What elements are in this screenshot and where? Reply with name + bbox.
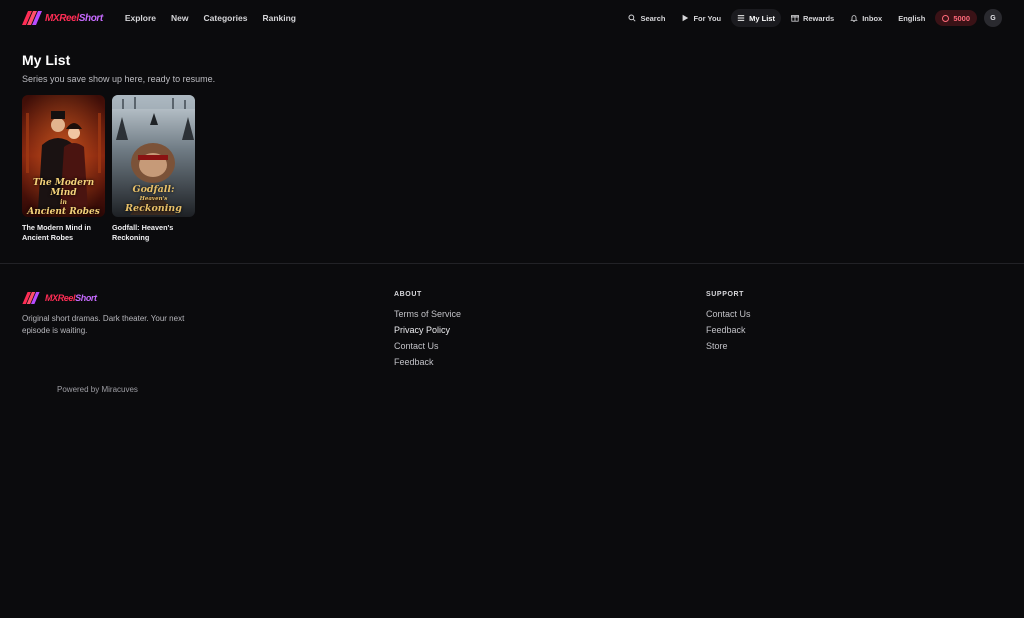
search-button[interactable]: Search bbox=[622, 9, 671, 27]
footer-logo[interactable]: MXReelShort bbox=[22, 291, 192, 305]
bell-icon bbox=[850, 15, 858, 22]
footer-wordmark: MXReelShort bbox=[45, 293, 97, 303]
brand-logo[interactable]: MXReelShort bbox=[22, 11, 103, 25]
footer-support: SUPPORT Contact Us Feedback Store bbox=[706, 291, 751, 354]
footer-link-terms[interactable]: Terms of Service bbox=[394, 306, 461, 322]
footer-brand: MXReelShort Original short dramas. Dark … bbox=[22, 291, 192, 336]
rewards-label: Rewards bbox=[802, 13, 835, 23]
footer-link-store[interactable]: Store bbox=[706, 338, 751, 354]
rewards-button[interactable]: Rewards bbox=[785, 9, 840, 27]
gift-icon bbox=[790, 15, 799, 22]
series-card-godfall[interactable]: Godfall: Heaven's Reckoning Godfall: Hea… bbox=[112, 95, 195, 243]
footer-about-heading: ABOUT bbox=[394, 291, 422, 298]
poster-text-line: Reckoning bbox=[125, 203, 182, 214]
inbox-button[interactable]: Inbox bbox=[844, 9, 888, 27]
brand-logo-icon bbox=[22, 11, 42, 25]
my-list-label: My List bbox=[749, 13, 775, 23]
user-avatar[interactable]: G bbox=[984, 9, 1002, 27]
for-you-button[interactable]: For You bbox=[675, 9, 727, 27]
poster-title-art-godfall: Godfall: Heaven's Reckoning bbox=[112, 185, 195, 214]
brand-wordmark: MXReelShort bbox=[45, 13, 103, 24]
my-list-button[interactable]: My List bbox=[731, 9, 781, 27]
series-card-modern-mind[interactable]: The Modern Mind in Ancient Robes The Mod… bbox=[22, 95, 105, 243]
page-title: My List bbox=[22, 52, 71, 68]
brand-name-part-a: MXReel bbox=[45, 12, 79, 24]
top-navigation-bar: MXReelShort Explore New Categories Ranki… bbox=[0, 0, 1024, 36]
footer-divider bbox=[0, 263, 1024, 264]
brand-logo-icon bbox=[22, 291, 42, 305]
coin-icon bbox=[942, 14, 950, 22]
footer-link-support-contact[interactable]: Contact Us bbox=[706, 306, 751, 322]
footer-tagline: Original short dramas. Dark theater. You… bbox=[22, 314, 185, 335]
for-you-label: For You bbox=[693, 13, 722, 23]
inbox-label: Inbox bbox=[862, 13, 883, 23]
poster-text-line: Ancient Robes bbox=[27, 206, 100, 217]
search-label: Search bbox=[640, 13, 666, 23]
series-title[interactable]: The Modern Mind in Ancient Robes bbox=[22, 223, 105, 243]
poster-text-line: Godfall: bbox=[132, 184, 175, 195]
poster-text-line: The Modern Mind bbox=[32, 178, 95, 198]
list-icon bbox=[737, 15, 745, 21]
search-icon bbox=[628, 14, 636, 22]
nav-categories[interactable]: Categories bbox=[204, 13, 248, 23]
series-poster-modern-mind[interactable]: The Modern Mind in Ancient Robes bbox=[22, 95, 105, 217]
brand-name-part-b: Short bbox=[78, 12, 104, 24]
series-title[interactable]: Godfall: Heaven's Reckoning bbox=[112, 223, 195, 243]
play-icon bbox=[683, 14, 689, 22]
footer-support-heading: SUPPORT bbox=[706, 291, 745, 298]
footer-link-support-feedback[interactable]: Feedback bbox=[706, 322, 751, 338]
powered-by: Powered by Miracuves bbox=[57, 385, 138, 394]
footer-link-privacy[interactable]: Privacy Policy bbox=[394, 322, 461, 338]
my-list-section: My List Series you save show up here, re… bbox=[22, 52, 215, 243]
brand-name-part-a: MXReel bbox=[45, 293, 76, 303]
nav-ranking[interactable]: Ranking bbox=[262, 13, 296, 23]
poster-title-art-modern-mind: The Modern Mind in Ancient Robes bbox=[22, 178, 105, 217]
coin-balance[interactable]: 5000 bbox=[935, 10, 977, 26]
language-selector[interactable]: English bbox=[892, 14, 931, 23]
series-poster-godfall[interactable]: Godfall: Heaven's Reckoning bbox=[112, 95, 195, 217]
primary-nav: Explore New Categories Ranking bbox=[125, 13, 296, 23]
footer-link-contact[interactable]: Contact Us bbox=[394, 338, 461, 354]
series-grid: The Modern Mind in Ancient Robes The Mod… bbox=[22, 95, 215, 243]
footer-link-feedback[interactable]: Feedback bbox=[394, 354, 461, 370]
footer-about: ABOUT Terms of Service Privacy Policy Co… bbox=[394, 291, 461, 370]
nav-new[interactable]: New bbox=[171, 13, 188, 23]
brand-name-part-b: Short bbox=[75, 293, 97, 303]
secondary-nav: Search For You My List Rewards Inbox Eng… bbox=[622, 9, 1002, 27]
nav-explore[interactable]: Explore bbox=[125, 13, 156, 23]
page-subtitle: Series you save show up here, ready to r… bbox=[22, 74, 216, 84]
coin-amount: 5000 bbox=[953, 13, 970, 23]
